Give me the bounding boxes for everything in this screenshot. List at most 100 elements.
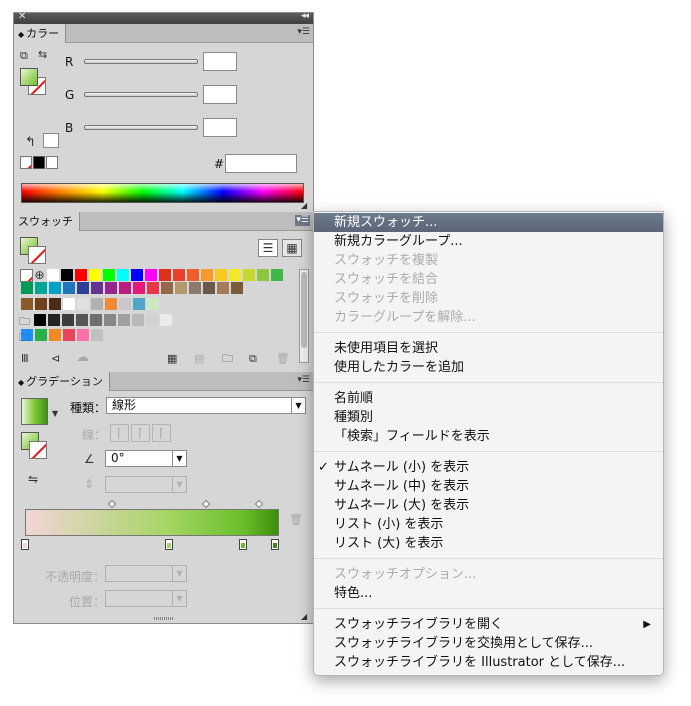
channel-g-input[interactable] [203, 85, 237, 104]
swatch-cell[interactable] [90, 314, 103, 327]
swatch-cell[interactable] [77, 329, 90, 342]
web-safe-swatch[interactable] [43, 133, 59, 148]
registration-swatch-icon[interactable]: ⊕ [33, 269, 46, 282]
resize-grip-icon[interactable]: ◢ [301, 199, 307, 212]
swatch-cell[interactable] [229, 269, 242, 282]
collapse-icon[interactable]: ◂◂ [301, 11, 309, 21]
color-stop[interactable] [271, 539, 279, 550]
swatch-cell[interactable] [117, 269, 130, 282]
color-spectrum-ramp[interactable] [21, 183, 304, 203]
white-swatch[interactable] [46, 156, 58, 169]
panel-grip[interactable] [154, 617, 174, 620]
swatch-cell[interactable] [175, 282, 188, 295]
gradient-preview-swatch[interactable] [21, 398, 48, 425]
swatch-cell[interactable] [35, 282, 48, 295]
channel-r-input[interactable] [203, 52, 237, 71]
gradient-panel-menu-icon[interactable]: ▾☰ [297, 375, 310, 386]
color-stop[interactable] [21, 539, 29, 550]
swatch-cell[interactable] [21, 282, 34, 295]
gradient-preset-dropdown-icon[interactable]: ▼ [52, 407, 58, 420]
menu-item[interactable]: スウォッチライブラリを Illustrator として保存... [314, 653, 663, 672]
swatch-libraries-menu-icon[interactable]: Ⅲ [21, 352, 29, 365]
swatch-cell[interactable] [63, 298, 76, 311]
gradient-type-select[interactable]: 線形 ▼ [106, 397, 306, 414]
swatch-cell[interactable] [75, 269, 88, 282]
black-swatch[interactable] [33, 156, 45, 169]
swatch-cell[interactable] [49, 329, 62, 342]
swatch-cell[interactable] [105, 282, 118, 295]
menu-item[interactable]: 「検索」フィールドを表示 [314, 427, 663, 446]
menu-item[interactable]: 新規スウォッチ... [314, 213, 663, 232]
swatch-cell[interactable] [105, 298, 118, 311]
resize-grip-icon[interactable]: ◢ [301, 610, 307, 623]
swatch-cell[interactable] [21, 298, 34, 311]
swatches-scrollbar[interactable] [299, 269, 309, 363]
menu-item[interactable]: 未使用項目を選択 [314, 339, 663, 358]
new-color-group-icon[interactable]: 🗀 [222, 352, 233, 365]
swatch-cell[interactable] [49, 282, 62, 295]
swatch-cell[interactable] [35, 298, 48, 311]
swatch-cell[interactable] [34, 314, 47, 327]
swatch-cell[interactable] [48, 314, 61, 327]
midpoint-diamond[interactable] [201, 499, 211, 509]
swatch-cell[interactable] [147, 282, 160, 295]
swatch-cell[interactable] [133, 298, 146, 311]
new-swatch-icon[interactable]: ⧉ [249, 352, 257, 365]
default-colors-icon[interactable]: ⧉ [20, 49, 28, 62]
channel-b-slider[interactable] [84, 125, 198, 130]
menu-item[interactable]: スウォッチライブラリを交換用として保存... [314, 634, 663, 653]
swatch-cell[interactable] [118, 314, 131, 327]
menu-item[interactable]: リスト (大) を表示 [314, 534, 663, 553]
color-stop[interactable] [239, 539, 247, 550]
swatch-cell[interactable] [62, 314, 75, 327]
swatch-cell[interactable] [203, 282, 216, 295]
swatch-cell[interactable] [187, 269, 200, 282]
swatch-cell[interactable] [119, 282, 132, 295]
swatch-cell[interactable] [35, 329, 48, 342]
midpoint-diamond[interactable] [107, 499, 117, 509]
swatch-cell[interactable] [147, 298, 160, 311]
gradient-stroke-swatch[interactable] [29, 441, 47, 459]
swatch-cell[interactable] [47, 269, 60, 282]
list-view-icon[interactable]: ☰ [258, 239, 278, 257]
menu-item[interactable]: 種類別 [314, 408, 663, 427]
hex-input[interactable] [225, 154, 297, 173]
swatches-panel-menu-icon[interactable]: ▾☰ [295, 215, 310, 226]
swatch-cell[interactable] [131, 269, 144, 282]
swatch-cell[interactable] [63, 329, 76, 342]
swatch-cell[interactable] [49, 298, 62, 311]
swap-icon[interactable]: ⇆ [38, 48, 47, 61]
menu-item[interactable]: 名前順 [314, 389, 663, 408]
swatch-cell[interactable] [271, 269, 284, 282]
menu-item[interactable]: ✓ サムネール (小) を表示 [314, 458, 663, 477]
swatch-cell[interactable] [231, 282, 244, 295]
swatch-cell[interactable] [160, 314, 173, 327]
swatch-cell[interactable] [161, 282, 174, 295]
gradient-slider-bar[interactable] [25, 509, 279, 536]
swatch-cell[interactable] [146, 314, 159, 327]
show-swatch-kinds-icon[interactable]: ▦ [167, 352, 177, 365]
swatch-cell[interactable] [77, 298, 90, 311]
color-stop[interactable] [165, 539, 173, 550]
menu-item[interactable]: サムネール (中) を表示 [314, 477, 663, 496]
swatch-cell[interactable] [133, 282, 146, 295]
swatch-cell[interactable] [243, 269, 256, 282]
angle-input[interactable]: 0° ▼ [105, 450, 187, 467]
swatch-cell[interactable] [159, 269, 172, 282]
swatch-cell[interactable] [103, 269, 116, 282]
swatch-cell[interactable] [91, 282, 104, 295]
fill-swatch[interactable] [20, 68, 38, 86]
channel-b-input[interactable] [203, 118, 237, 137]
swatch-cell[interactable] [77, 282, 90, 295]
menu-item[interactable]: サムネール (大) を表示 [314, 496, 663, 515]
swatch-cell[interactable] [189, 282, 202, 295]
swatch-cell[interactable] [63, 282, 76, 295]
swatch-cell[interactable] [132, 314, 145, 327]
swatch-cell[interactable] [257, 269, 270, 282]
swatch-stroke-preview[interactable] [28, 246, 46, 264]
swatch-cell[interactable] [201, 269, 214, 282]
swatch-cell[interactable] [119, 298, 132, 311]
none-color-swatch[interactable] [20, 156, 32, 169]
chevron-down-icon[interactable]: ▼ [172, 451, 186, 466]
tab-gradient[interactable]: ◆ グラデーション [14, 372, 110, 391]
